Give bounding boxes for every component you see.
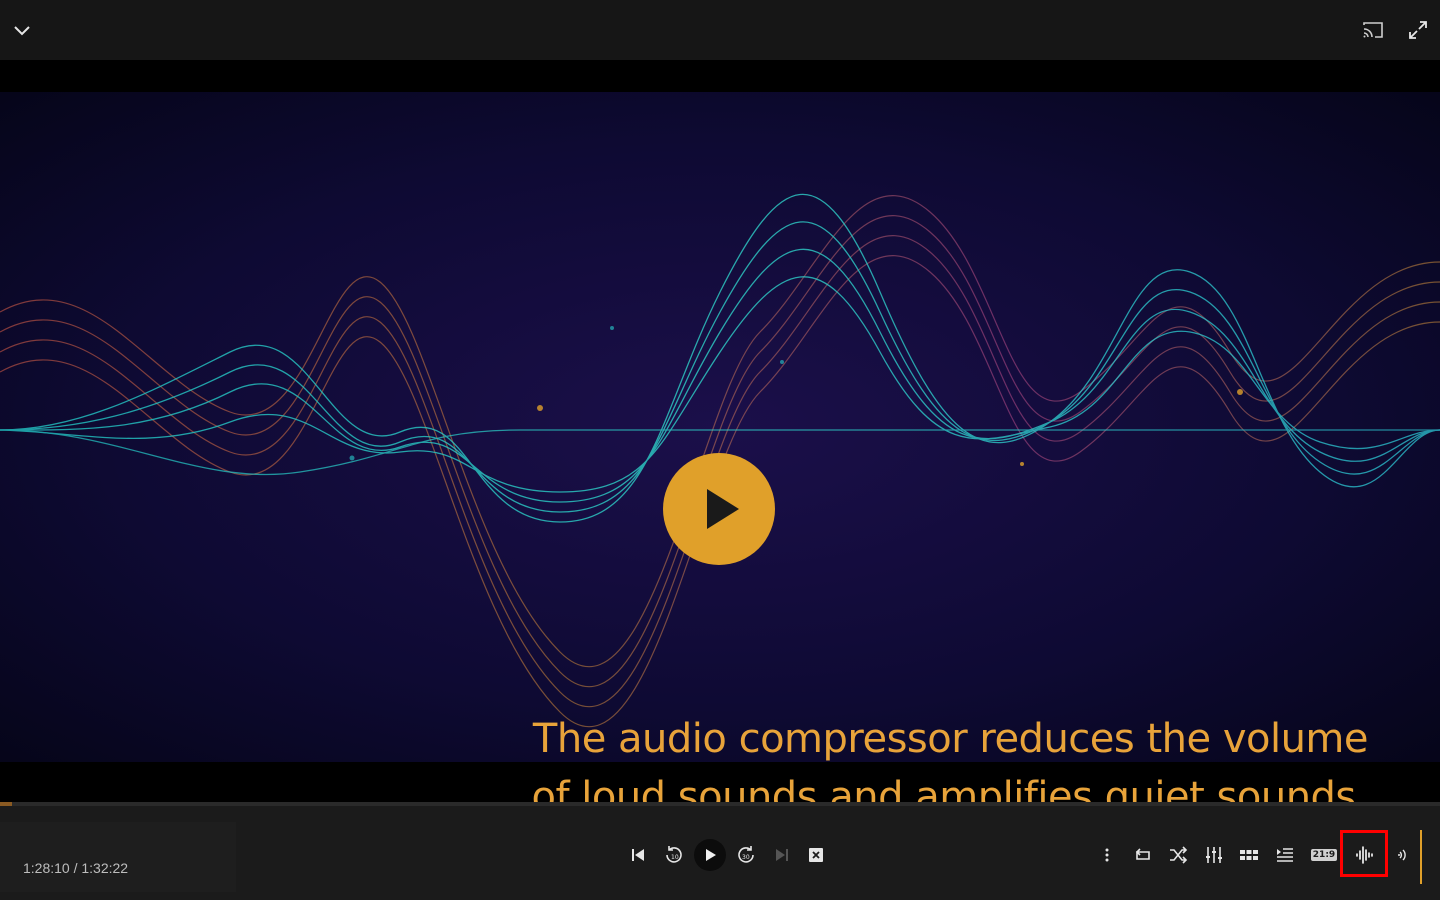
shuffle-button[interactable] bbox=[1164, 841, 1192, 869]
repeat-button[interactable] bbox=[1129, 841, 1157, 869]
aspect-ratio-button[interactable]: 21:9 bbox=[1310, 841, 1338, 869]
repeat-icon bbox=[1135, 848, 1150, 860]
skip-next-icon bbox=[776, 849, 788, 861]
time-display: 1:28:10 / 1:32:22 bbox=[23, 860, 129, 876]
playlist-icon bbox=[1277, 848, 1293, 862]
rewind-10-button[interactable]: 10 bbox=[660, 841, 688, 869]
subtitle-caption: The audio compressor reduces the volume … bbox=[468, 710, 1368, 804]
play-button[interactable] bbox=[694, 839, 726, 871]
caption-line: of loud sounds and amplifies quiet sound… bbox=[531, 774, 1368, 804]
time-panel bbox=[0, 822, 236, 892]
video-frame-image bbox=[0, 92, 1440, 762]
grid-view-button[interactable] bbox=[1235, 841, 1263, 869]
control-bar: 1:28:10 / 1:32:22 10 30 21:9 bbox=[0, 806, 1440, 900]
forward-30-button[interactable]: 30 bbox=[732, 841, 760, 869]
aspect-ratio-icon: 21:9 bbox=[1310, 849, 1338, 861]
stop-button[interactable] bbox=[802, 841, 830, 869]
volume-level-bar[interactable] bbox=[1420, 830, 1422, 884]
svg-text:10: 10 bbox=[671, 854, 679, 861]
play-icon bbox=[706, 849, 716, 861]
skip-previous-icon bbox=[632, 849, 644, 861]
equalizer-icon bbox=[1206, 847, 1222, 863]
svg-text:30: 30 bbox=[742, 854, 750, 861]
play-icon bbox=[707, 489, 739, 529]
big-play-button[interactable] bbox=[663, 453, 775, 565]
more-options-button[interactable] bbox=[1093, 841, 1121, 869]
stop-icon bbox=[809, 848, 823, 862]
highlight-box bbox=[1340, 830, 1388, 877]
caption-line: The audio compressor reduces the volume bbox=[532, 716, 1369, 762]
fullscreen-icon[interactable] bbox=[1406, 18, 1430, 42]
equalizer-button[interactable] bbox=[1200, 841, 1228, 869]
grid-view-icon bbox=[1240, 850, 1258, 860]
skip-next-button[interactable] bbox=[768, 841, 796, 869]
cast-icon[interactable] bbox=[1361, 18, 1385, 42]
more-vertical-icon bbox=[1105, 848, 1109, 862]
top-bar bbox=[0, 0, 1440, 60]
volume-button[interactable] bbox=[1387, 841, 1415, 869]
rewind-10-icon: 10 bbox=[666, 846, 682, 863]
shuffle-icon bbox=[1170, 846, 1188, 864]
video-area[interactable]: The audio compressor reduces the volume … bbox=[0, 60, 1440, 804]
playlist-button[interactable] bbox=[1271, 841, 1299, 869]
skip-previous-button[interactable] bbox=[624, 841, 652, 869]
chevron-down-icon[interactable] bbox=[10, 18, 34, 42]
volume-icon bbox=[1398, 849, 1406, 861]
forward-30-icon: 30 bbox=[738, 846, 754, 863]
